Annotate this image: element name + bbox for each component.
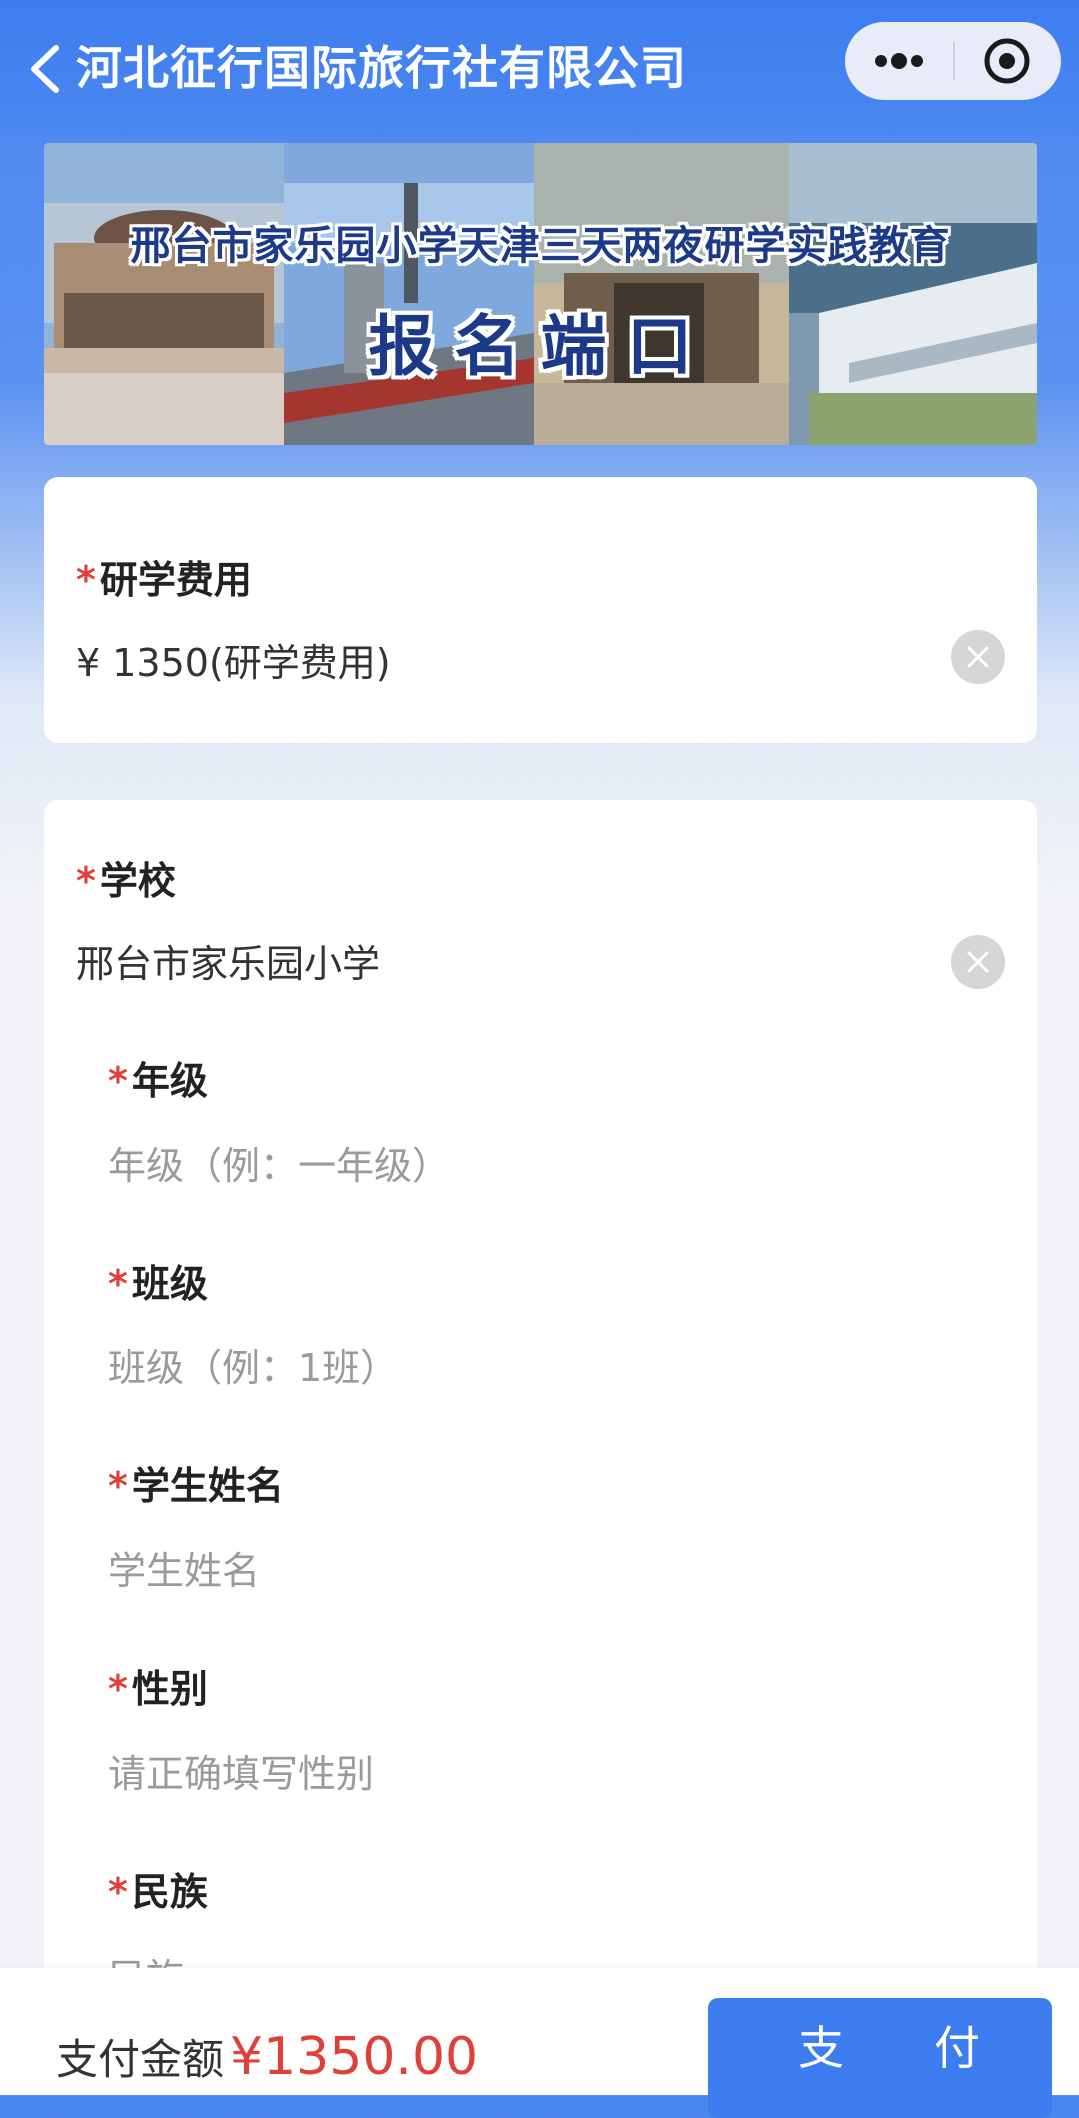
school-label-text: 学校 xyxy=(99,859,176,903)
back-button[interactable] xyxy=(22,38,72,100)
target-circle-icon xyxy=(984,38,1030,84)
class-label-text: 班级 xyxy=(131,1262,208,1306)
more-dots-icon xyxy=(875,53,923,69)
clear-x-icon xyxy=(967,951,989,973)
ethnicity-label-text: 民族 xyxy=(131,1870,208,1914)
fee-card: * 研学费用 ¥ 1350(研学费用) xyxy=(44,477,1037,743)
chevron-left-icon xyxy=(31,45,59,93)
school-clear-button[interactable] xyxy=(951,935,1005,989)
school-label: * 学校 xyxy=(76,850,176,905)
clear-x-icon xyxy=(967,646,989,668)
class-input[interactable] xyxy=(108,1340,968,1396)
class-label: * 班级 xyxy=(108,1253,208,1308)
gender-input[interactable] xyxy=(108,1746,968,1802)
payment-bar: 支付金额 ¥1350.00 支付 xyxy=(0,1968,1079,2118)
required-mark: * xyxy=(108,1667,128,1711)
gender-label: * 性别 xyxy=(108,1658,208,1713)
student-name-label: * 学生姓名 xyxy=(108,1455,284,1510)
required-mark: * xyxy=(108,1870,128,1914)
required-mark: * xyxy=(76,558,96,602)
grade-input[interactable] xyxy=(108,1138,968,1194)
gender-label-text: 性别 xyxy=(131,1667,208,1711)
close-miniprogram-button[interactable] xyxy=(955,22,1061,100)
more-button[interactable] xyxy=(845,22,953,100)
miniprogram-capsule xyxy=(845,22,1061,100)
fee-label-text: 研学费用 xyxy=(99,558,252,602)
event-banner: 邢台市家乐园小学天津三天两夜研学实践教育 报名端口 xyxy=(44,143,1037,445)
fee-clear-button[interactable] xyxy=(951,630,1005,684)
pay-amount-label: 支付金额 xyxy=(56,2035,225,2084)
fee-label: * 研学费用 xyxy=(76,549,252,604)
ethnicity-label: * 民族 xyxy=(108,1861,208,1916)
student-name-input[interactable] xyxy=(108,1543,968,1599)
navigation-bar: 河北征行国际旅行社有限公司 xyxy=(0,0,1079,135)
pay-amount-row: 支付金额 ¥1350.00 xyxy=(56,2026,478,2087)
required-mark: * xyxy=(76,859,96,903)
student-name-label-text: 学生姓名 xyxy=(131,1464,284,1508)
pay-amount-value: ¥1350.00 xyxy=(230,2027,479,2087)
fee-value: ¥ 1350(研学费用) xyxy=(76,641,391,685)
required-mark: * xyxy=(108,1464,128,1508)
grade-label: * 年级 xyxy=(108,1050,208,1105)
required-mark: * xyxy=(108,1262,128,1306)
pay-button[interactable]: 支付 xyxy=(708,1998,1052,2118)
page-title: 河北征行国际旅行社有限公司 xyxy=(76,41,687,95)
banner-subtitle: 报名端口 xyxy=(368,308,713,385)
banner-title: 邢台市家乐园小学天津三天两夜研学实践教育 xyxy=(130,223,951,269)
grade-label-text: 年级 xyxy=(131,1059,208,1103)
student-info-card: *学校 邢台市家乐园小学 *年级 *班级 *学生姓名 *性别 *民族 xyxy=(44,800,1037,2020)
required-mark: * xyxy=(108,1059,128,1103)
school-value[interactable]: 邢台市家乐园小学 xyxy=(76,933,380,988)
